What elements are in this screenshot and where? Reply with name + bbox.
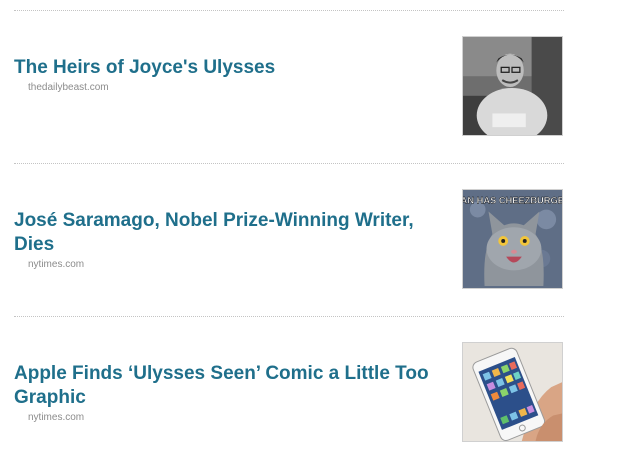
divider (14, 10, 564, 11)
article-headline-link[interactable]: The Heirs of Joyce's Ulysses (14, 56, 454, 80)
article-headline-link[interactable]: José Saramago, Nobel Prize-Winning Write… (14, 209, 454, 257)
article-thumbnail[interactable]: I CAN HAS CHEEZBURGER? (462, 189, 563, 289)
article-source: thedailybeast.com (28, 82, 109, 93)
lolcat-caption: I CAN HAS CHEEZBURGER? (463, 196, 562, 206)
article-thumbnail[interactable] (462, 36, 563, 136)
smartphone-photo-icon (463, 343, 562, 441)
article-thumbnail[interactable] (462, 342, 563, 442)
lolcat-photo-icon: I CAN HAS CHEEZBURGER? (463, 190, 562, 288)
article-headline-link[interactable]: Apple Finds ‘Ulysses Seen’ Comic a Littl… (14, 362, 454, 410)
divider (14, 163, 564, 164)
article-source: nytimes.com (28, 259, 85, 270)
divider (14, 316, 564, 317)
portrait-photo-icon (463, 37, 562, 135)
article-source: nytimes.com (28, 412, 85, 423)
